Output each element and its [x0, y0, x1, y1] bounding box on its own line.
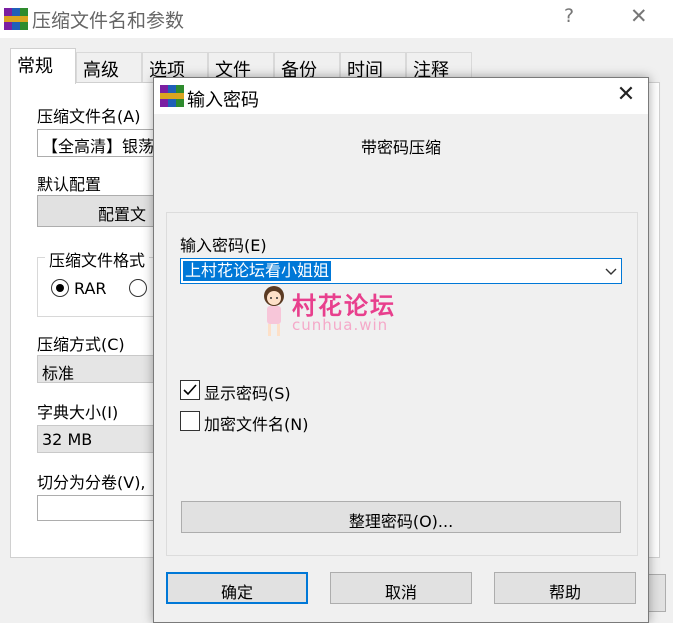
- encrypt-filenames-checkbox[interactable]: [180, 411, 200, 431]
- dictionary-size-label: 字典大小(I): [37, 403, 119, 422]
- archive-name-label: 压缩文件名(A): [37, 107, 141, 126]
- format-zip-radio[interactable]: [129, 279, 147, 297]
- girl-mascot-icon: [264, 286, 284, 336]
- close-icon[interactable]: ✕: [612, 82, 640, 110]
- chevron-down-icon[interactable]: [601, 261, 621, 281]
- checkmark-icon: [183, 384, 197, 396]
- background-window-title: 压缩文件名和参数: [32, 10, 185, 32]
- format-rar-radio[interactable]: [51, 279, 69, 297]
- show-password-label: 显示密码(S): [204, 384, 291, 403]
- winrar-app-icon: [160, 85, 184, 107]
- compression-method-label: 压缩方式(C): [37, 335, 125, 354]
- help-button[interactable]: 帮助: [494, 572, 636, 604]
- dialog-heading: 带密码压缩: [360, 138, 441, 157]
- password-label: 输入密码(E): [180, 236, 267, 255]
- winrar-app-icon: [4, 8, 28, 30]
- tab-general[interactable]: 常规: [10, 48, 76, 84]
- help-icon[interactable]: ?: [564, 5, 574, 27]
- cancel-button[interactable]: 取消: [330, 572, 472, 604]
- organize-passwords-button[interactable]: 整理密码(O)...: [181, 501, 621, 533]
- watermark-subtitle: cunhua.win: [292, 316, 389, 334]
- dialog-title: 输入密码: [187, 90, 259, 111]
- password-value: 上村花论坛看小姐姐: [183, 261, 332, 281]
- split-volumes-label: 切分为分卷(V),: [37, 473, 146, 492]
- close-icon[interactable]: ✕: [630, 4, 648, 28]
- ok-button[interactable]: 确定: [166, 572, 308, 604]
- show-password-checkbox[interactable]: [180, 380, 200, 400]
- encrypt-filenames-label: 加密文件名(N): [204, 415, 309, 434]
- password-input[interactable]: 上村花论坛看小姐姐: [180, 258, 622, 284]
- archive-format-label: 压缩文件格式: [45, 247, 150, 271]
- watermark-logo: 村花论坛 cunhua.win: [259, 284, 419, 344]
- dialog-titlebar: 输入密码 ✕: [154, 78, 648, 114]
- default-profile-label: 默认配置: [37, 175, 102, 194]
- background-titlebar: 压缩文件名和参数 ? ✕: [0, 0, 673, 38]
- password-dialog: 输入密码 ✕ 带密码压缩 输入密码(E) 上村花论坛看小姐姐 村花论坛 cunh…: [153, 77, 649, 623]
- tab-advanced[interactable]: 高级: [76, 52, 142, 82]
- format-rar-label: RAR: [74, 279, 107, 298]
